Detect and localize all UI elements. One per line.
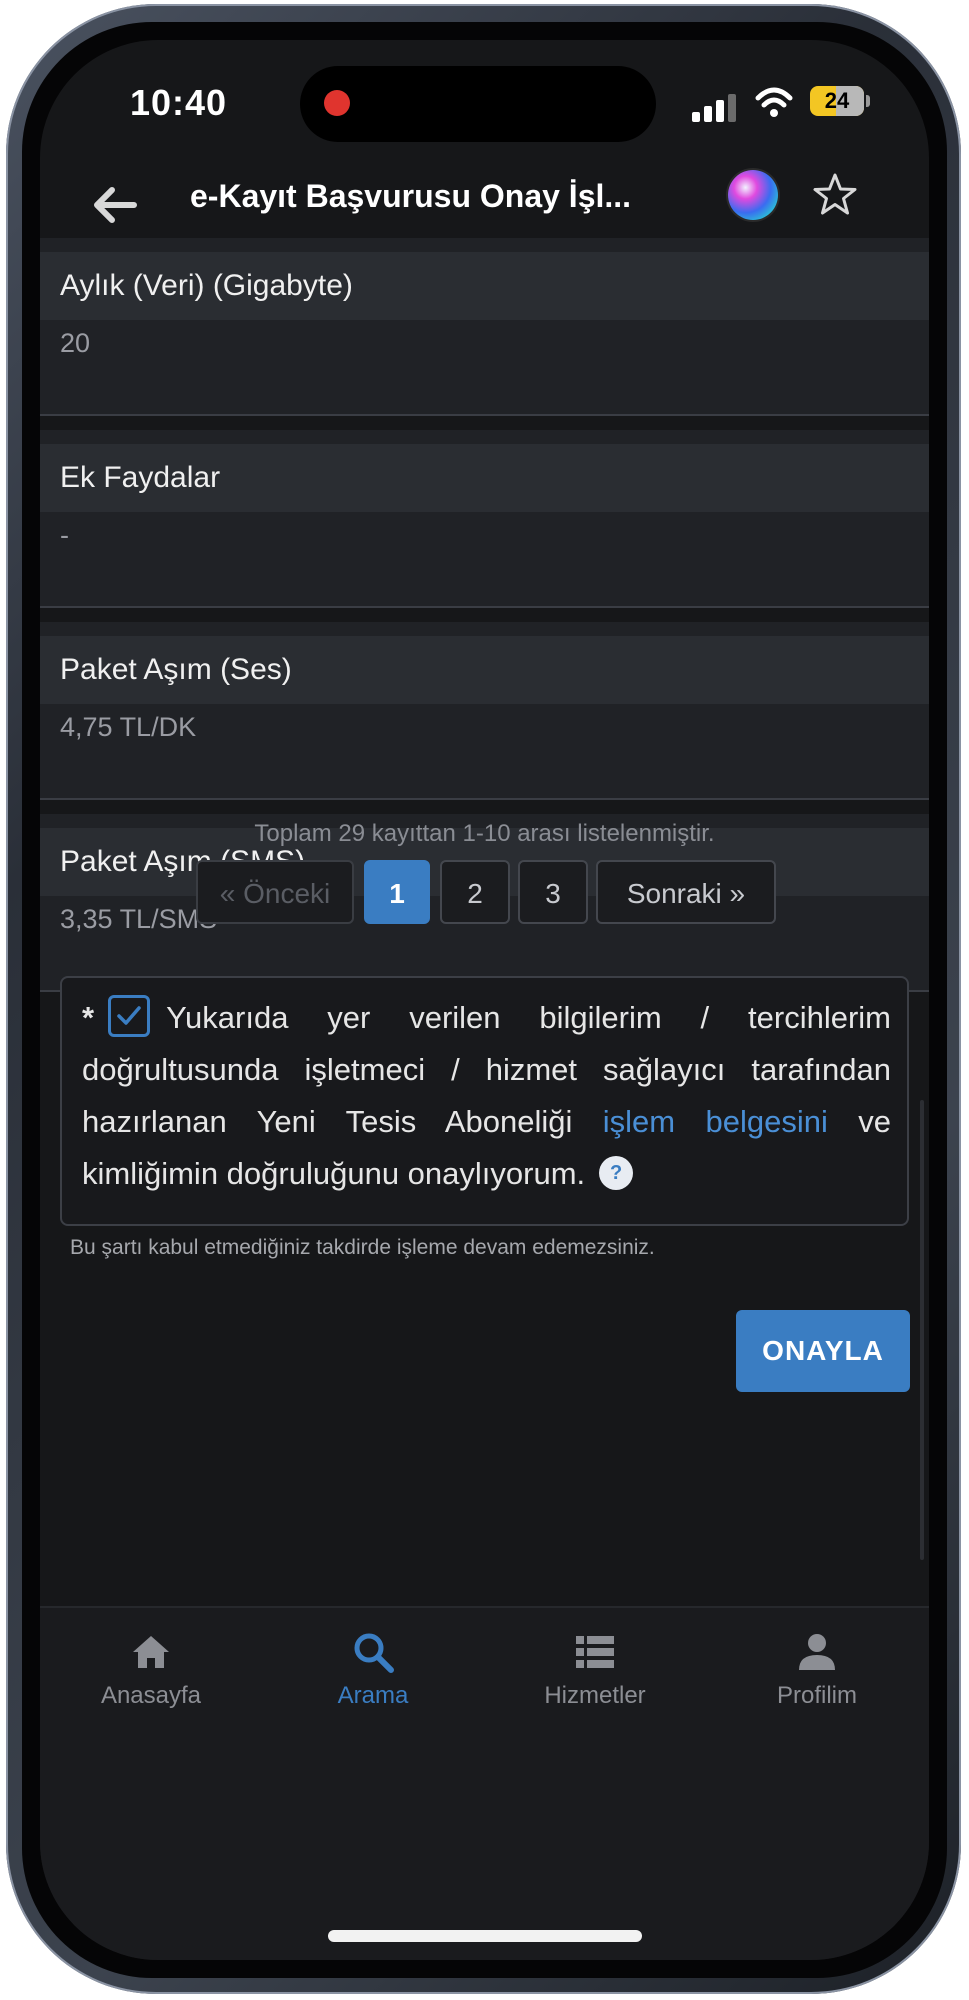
cellular-signal-icon	[692, 92, 738, 122]
checkmark-icon	[117, 1006, 141, 1025]
consent-box: * Yukarıda yer verilen bilgilerim / terci…	[60, 976, 909, 1226]
dynamic-island	[300, 66, 656, 142]
page-button-3[interactable]: 3	[518, 860, 588, 924]
star-icon[interactable]	[810, 170, 860, 220]
detail-label: Ek Faydalar	[40, 444, 929, 512]
bottom-tab-bar: Anasayfa Arama Hizmetler Profilim	[40, 1606, 929, 1960]
home-indicator[interactable]	[328, 1930, 642, 1942]
required-asterisk: *	[82, 1000, 95, 1035]
consent-note: Bu şartı kabul etmediğiniz takdirde işle…	[70, 1236, 655, 1259]
tab-label: Anasayfa	[100, 1682, 202, 1709]
siri-icon[interactable]	[728, 170, 778, 220]
prev-page-button[interactable]: « Önceki	[196, 860, 354, 924]
detail-item: Ek Faydalar -	[40, 430, 929, 608]
battery-level: 24	[824, 88, 850, 113]
tab-label: Profilim	[776, 1682, 857, 1709]
tab-home[interactable]: Anasayfa	[40, 1630, 262, 1730]
consent-checkbox[interactable]	[108, 994, 151, 1037]
person-icon	[799, 1634, 835, 1670]
detail-value: 4,75 TL/DK	[60, 712, 197, 742]
detail-item: Aylık (Veri) (Gigabyte) 20	[40, 238, 929, 416]
screen: 10:40 24 e-Kayıt Başvurusu Onay İşl... A…	[40, 40, 929, 1960]
battery-icon: 24	[810, 86, 864, 116]
back-arrow-icon[interactable]	[80, 170, 150, 240]
detail-label: Aylık (Veri) (Gigabyte)	[40, 252, 929, 320]
detail-value: 20	[60, 328, 91, 358]
detail-value: -	[60, 520, 69, 550]
list-icon	[576, 1636, 614, 1668]
next-page-button[interactable]: Sonraki »	[596, 860, 776, 924]
tab-search[interactable]: Arama	[262, 1630, 484, 1730]
page-title: e-Kayıt Başvurusu Onay İşl...	[190, 178, 632, 214]
battery-tip	[866, 95, 870, 107]
page-button-2[interactable]: 2	[440, 860, 510, 924]
document-link[interactable]: işlem belgesini	[603, 1104, 828, 1139]
detail-value: 3,35 TL/SMS	[60, 904, 218, 934]
tab-label: Hizmetler	[544, 1682, 646, 1709]
consent-text: * Yukarıda yer verilen bilgilerim / terci…	[82, 992, 891, 1200]
tab-services[interactable]: Hizmetler	[484, 1630, 706, 1730]
home-icon	[133, 1636, 169, 1668]
scrollbar[interactable]	[920, 1100, 924, 1560]
search-icon	[354, 1633, 394, 1673]
detail-label: Paket Aşım (Ses)	[40, 636, 929, 704]
help-icon[interactable]: ?	[599, 1155, 634, 1190]
wifi-icon	[755, 87, 793, 117]
recording-indicator-icon	[324, 90, 350, 116]
approve-button[interactable]: ONAYLA	[736, 1310, 910, 1392]
pagination-info: Toplam 29 kayıttan 1-10 arası listelenmi…	[254, 820, 715, 847]
page-button-1[interactable]: 1	[364, 860, 430, 924]
tab-label: Arama	[337, 1682, 409, 1709]
detail-item: Paket Aşım (Ses) 4,75 TL/DK	[40, 622, 929, 800]
tab-profile[interactable]: Profilim	[706, 1630, 928, 1730]
status-time: 10:40	[130, 82, 228, 123]
